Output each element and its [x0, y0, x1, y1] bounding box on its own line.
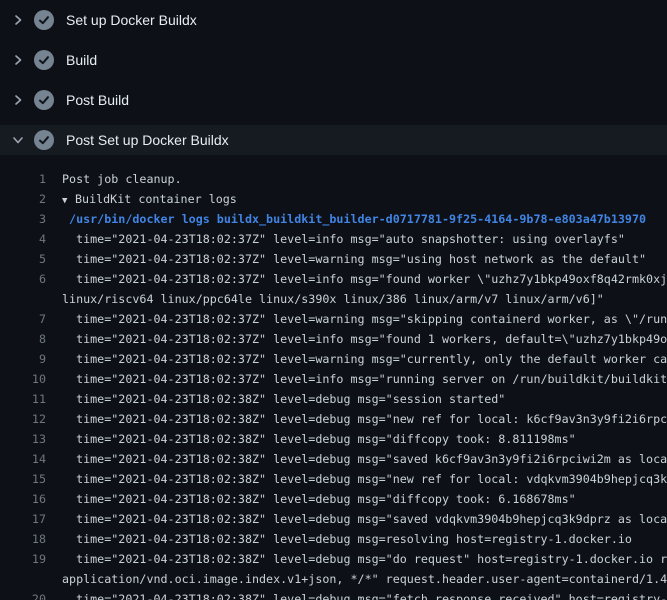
log-line: 9 time="2021-04-23T18:02:37Z" level=warn… — [0, 349, 667, 369]
log-line-number[interactable]: 17 — [0, 509, 46, 529]
log-line: application/vnd.oci.image.index.v1+json,… — [0, 569, 667, 589]
log-line-text: linux/riscv64 linux/ppc64le linux/s390x … — [62, 289, 604, 309]
log-line-number[interactable]: 20 — [0, 589, 46, 600]
log-line-number[interactable]: 5 — [0, 249, 46, 269]
log-line-number[interactable]: 1 — [0, 169, 46, 189]
chevron-right-icon[interactable] — [12, 94, 24, 106]
log-line: 8 time="2021-04-23T18:02:37Z" level=info… — [0, 329, 667, 349]
log-line-text: time="2021-04-23T18:02:38Z" level=debug … — [62, 549, 667, 569]
log-line: 18 time="2021-04-23T18:02:38Z" level=deb… — [0, 529, 667, 549]
log-line-text: time="2021-04-23T18:02:38Z" level=debug … — [62, 469, 667, 489]
log-line: 13 time="2021-04-23T18:02:38Z" level=deb… — [0, 429, 667, 449]
log-line-number[interactable]: 11 — [0, 389, 46, 409]
log-line: 10 time="2021-04-23T18:02:37Z" level=inf… — [0, 369, 667, 389]
chevron-right-icon[interactable] — [12, 54, 24, 66]
log-line-text: time="2021-04-23T18:02:38Z" level=debug … — [62, 529, 632, 549]
log-line: 3 /usr/bin/docker logs buildx_buildkit_b… — [0, 209, 667, 229]
log-line-number[interactable] — [0, 289, 46, 309]
log-line-text: time="2021-04-23T18:02:37Z" level=info m… — [62, 269, 667, 289]
log-line-number[interactable]: 16 — [0, 489, 46, 509]
log-line-text: time="2021-04-23T18:02:37Z" level=info m… — [62, 369, 667, 389]
log-line-number[interactable]: 8 — [0, 329, 46, 349]
log-line-text: time="2021-04-23T18:02:37Z" level=warnin… — [62, 309, 667, 329]
log-line-number[interactable]: 19 — [0, 549, 46, 569]
log-line: 6 time="2021-04-23T18:02:37Z" level=info… — [0, 269, 667, 289]
step-label: Build — [66, 52, 97, 68]
steps-list: Set up Docker Buildx Build Post Build — [0, 0, 667, 155]
log-line-number[interactable]: 4 — [0, 229, 46, 249]
step-row-0[interactable]: Set up Docker Buildx — [0, 0, 667, 40]
chevron-right-icon[interactable] — [12, 14, 24, 26]
log-line-number[interactable]: 7 — [0, 309, 46, 329]
log-line-text: time="2021-04-23T18:02:38Z" level=debug … — [62, 409, 667, 429]
log-line-text: time="2021-04-23T18:02:38Z" level=debug … — [62, 589, 667, 600]
log-line-text: time="2021-04-23T18:02:38Z" level=debug … — [62, 389, 505, 409]
log-line: 16 time="2021-04-23T18:02:38Z" level=deb… — [0, 489, 667, 509]
log-line-number[interactable]: 13 — [0, 429, 46, 449]
log-line: 2 ▼BuildKit container logs — [0, 189, 667, 209]
log-line-text: time="2021-04-23T18:02:38Z" level=debug … — [62, 429, 576, 449]
log-line: 4 time="2021-04-23T18:02:37Z" level=info… — [0, 229, 667, 249]
check-circle-icon — [34, 10, 54, 30]
log-line-text: time="2021-04-23T18:02:38Z" level=debug … — [62, 509, 667, 529]
log-line-number[interactable]: 3 — [0, 209, 46, 229]
log-line: 12 time="2021-04-23T18:02:38Z" level=deb… — [0, 409, 667, 429]
step-label: Set up Docker Buildx — [66, 12, 197, 28]
log-line-text: Post job cleanup. — [62, 169, 182, 189]
log-line-number[interactable]: 14 — [0, 449, 46, 469]
actions-log-viewer: Set up Docker Buildx Build Post Build — [0, 0, 667, 600]
log-line-text: time="2021-04-23T18:02:37Z" level=warnin… — [62, 349, 667, 369]
log-line-text: time="2021-04-23T18:02:37Z" level=info m… — [62, 229, 625, 249]
log-line-number[interactable]: 2 — [0, 189, 46, 209]
log-line: 20 time="2021-04-23T18:02:38Z" level=deb… — [0, 589, 667, 600]
log-line-number[interactable] — [0, 569, 46, 589]
log-line-number[interactable]: 6 — [0, 269, 46, 289]
log-line-text: time="2021-04-23T18:02:37Z" level=warnin… — [62, 249, 646, 269]
log-line: 11 time="2021-04-23T18:02:38Z" level=deb… — [0, 389, 667, 409]
log-line-number[interactable]: 9 — [0, 349, 46, 369]
log-line-text: time="2021-04-23T18:02:37Z" level=info m… — [62, 329, 667, 349]
log-line: 17 time="2021-04-23T18:02:38Z" level=deb… — [0, 509, 667, 529]
log-line-text: /usr/bin/docker logs buildx_buildkit_bui… — [62, 209, 646, 229]
log-line-number[interactable]: 18 — [0, 529, 46, 549]
log-line: 15 time="2021-04-23T18:02:38Z" level=deb… — [0, 469, 667, 489]
log-area: 1 Post job cleanup. 2 ▼BuildKit containe… — [0, 155, 667, 600]
log-line-text: application/vnd.oci.image.index.v1+json,… — [62, 569, 667, 589]
log-line: 5 time="2021-04-23T18:02:37Z" level=warn… — [0, 249, 667, 269]
check-circle-icon — [34, 50, 54, 70]
log-line-number[interactable]: 15 — [0, 469, 46, 489]
log-line-text: ▼BuildKit container logs — [62, 189, 237, 209]
log-line-number[interactable]: 10 — [0, 369, 46, 389]
check-circle-icon — [34, 90, 54, 110]
step-label: Post Set up Docker Buildx — [66, 132, 229, 148]
log-line-number[interactable]: 12 — [0, 409, 46, 429]
log-line: linux/riscv64 linux/ppc64le linux/s390x … — [0, 289, 667, 309]
log-line-text: time="2021-04-23T18:02:38Z" level=debug … — [62, 489, 576, 509]
step-row-1[interactable]: Build — [0, 40, 667, 80]
chevron-down-icon[interactable] — [12, 134, 24, 146]
log-line: 7 time="2021-04-23T18:02:37Z" level=warn… — [0, 309, 667, 329]
log-line-text: time="2021-04-23T18:02:38Z" level=debug … — [62, 449, 667, 469]
group-toggle-icon[interactable]: ▼ — [62, 191, 75, 209]
log-line: 14 time="2021-04-23T18:02:38Z" level=deb… — [0, 449, 667, 469]
check-circle-icon — [34, 130, 54, 150]
step-label: Post Build — [66, 92, 129, 108]
step-row-2[interactable]: Post Build — [0, 80, 667, 120]
log-line: 19 time="2021-04-23T18:02:38Z" level=deb… — [0, 549, 667, 569]
log-line: 1 Post job cleanup. — [0, 169, 667, 189]
step-row-3[interactable]: Post Set up Docker Buildx — [0, 125, 667, 155]
